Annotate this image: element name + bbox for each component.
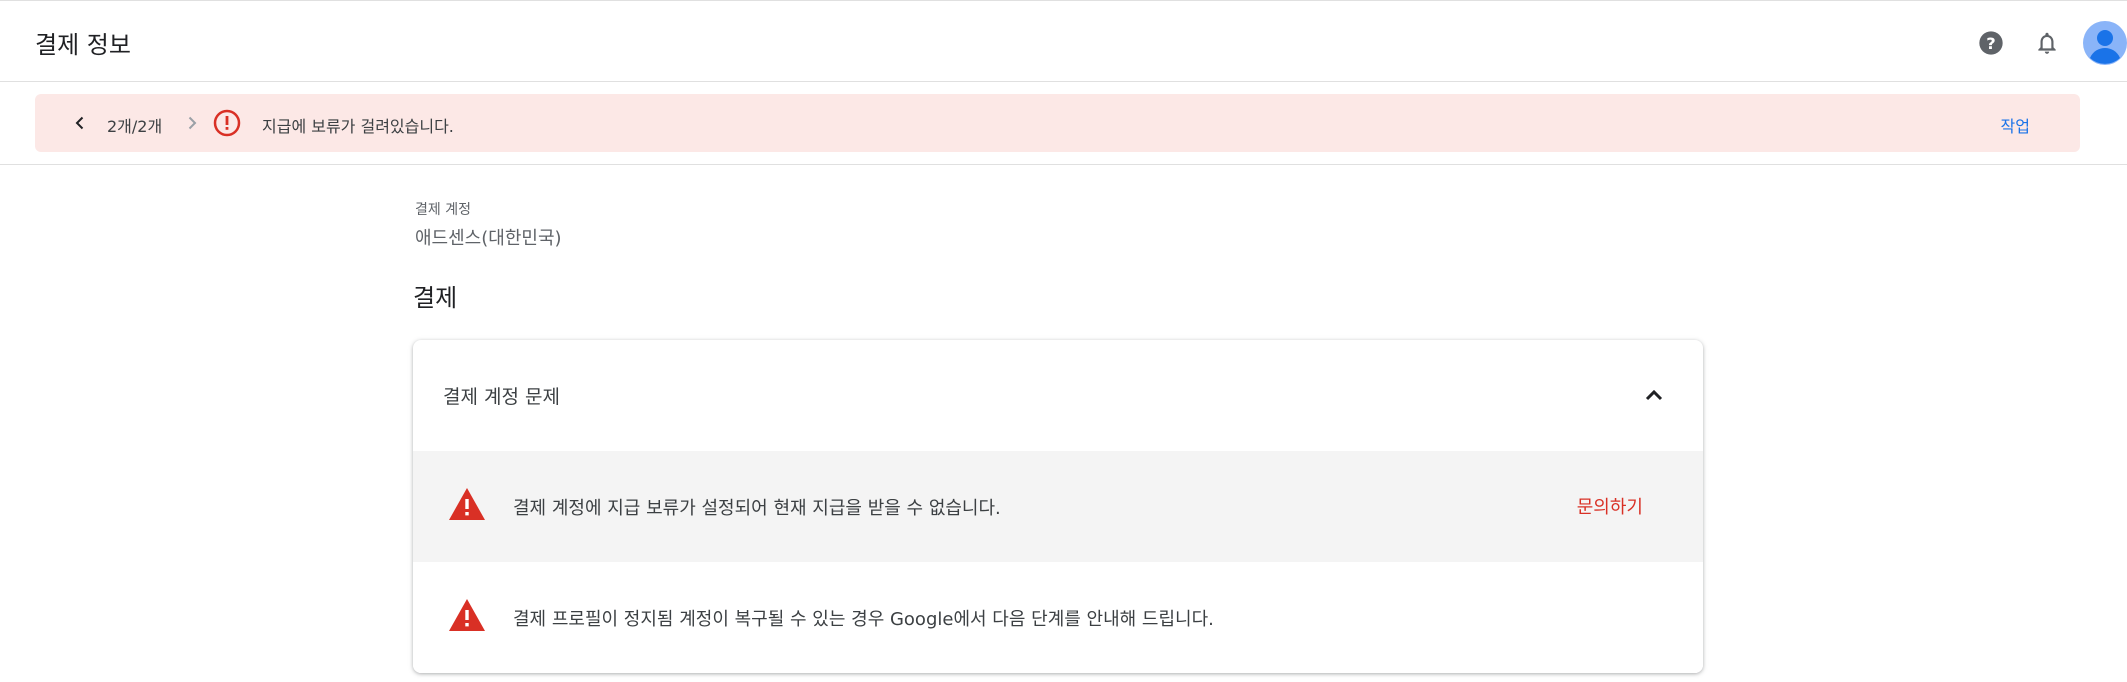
issues-card-title: 결제 계정 문제 xyxy=(443,386,560,408)
alert-action-link[interactable]: 작업 xyxy=(2001,113,2030,137)
svg-text:?: ? xyxy=(1986,34,1995,53)
alert-pager: 2개/2개 xyxy=(107,117,163,136)
account-label: 결제 계정 xyxy=(415,202,471,218)
page-title: 결제 정보 xyxy=(35,31,131,59)
alert-message: 지급에 보류가 걸려있습니다. xyxy=(262,117,454,136)
contact-us-link[interactable]: 문의하기 xyxy=(1577,493,1643,519)
account-avatar[interactable] xyxy=(2083,21,2127,65)
account-name: 애드센스(대한민국) xyxy=(415,228,562,249)
payment-hold-alert: 2개/2개 지급에 보류가 걸려있습니다. 작업 xyxy=(35,94,2080,152)
top-app-bar: 결제 정보 ? xyxy=(0,0,2127,82)
chevron-left-icon[interactable] xyxy=(67,110,93,136)
issue-text: 결제 프로필이 정지됨 계정이 복구될 수 있는 경우 Google에서 다음 … xyxy=(513,609,1214,630)
section-title: 결제 xyxy=(413,284,458,312)
warning-icon xyxy=(448,487,486,521)
error-icon xyxy=(212,108,242,138)
issues-card: 결제 계정 문제 결제 계정에 지급 보류가 설정되어 현재 지급을 받을 수 … xyxy=(413,340,1703,673)
warning-icon xyxy=(448,598,486,632)
issue-row: 결제 프로필이 정지됨 계정이 복구될 수 있는 경우 Google에서 다음 … xyxy=(413,562,1703,673)
top-icons: ? xyxy=(1969,21,2127,65)
divider xyxy=(0,164,2127,165)
issue-row: 결제 계정에 지급 보류가 설정되어 현재 지급을 받을 수 없습니다. 문의하… xyxy=(413,451,1703,562)
issues-card-header[interactable]: 결제 계정 문제 xyxy=(413,340,1703,451)
notifications-icon[interactable] xyxy=(2025,21,2069,65)
help-icon[interactable]: ? xyxy=(1969,21,2013,65)
chevron-right-icon[interactable] xyxy=(179,110,205,136)
issue-text: 결제 계정에 지급 보류가 설정되어 현재 지급을 받을 수 없습니다. xyxy=(513,498,1001,519)
chevron-up-icon[interactable] xyxy=(1639,380,1669,410)
